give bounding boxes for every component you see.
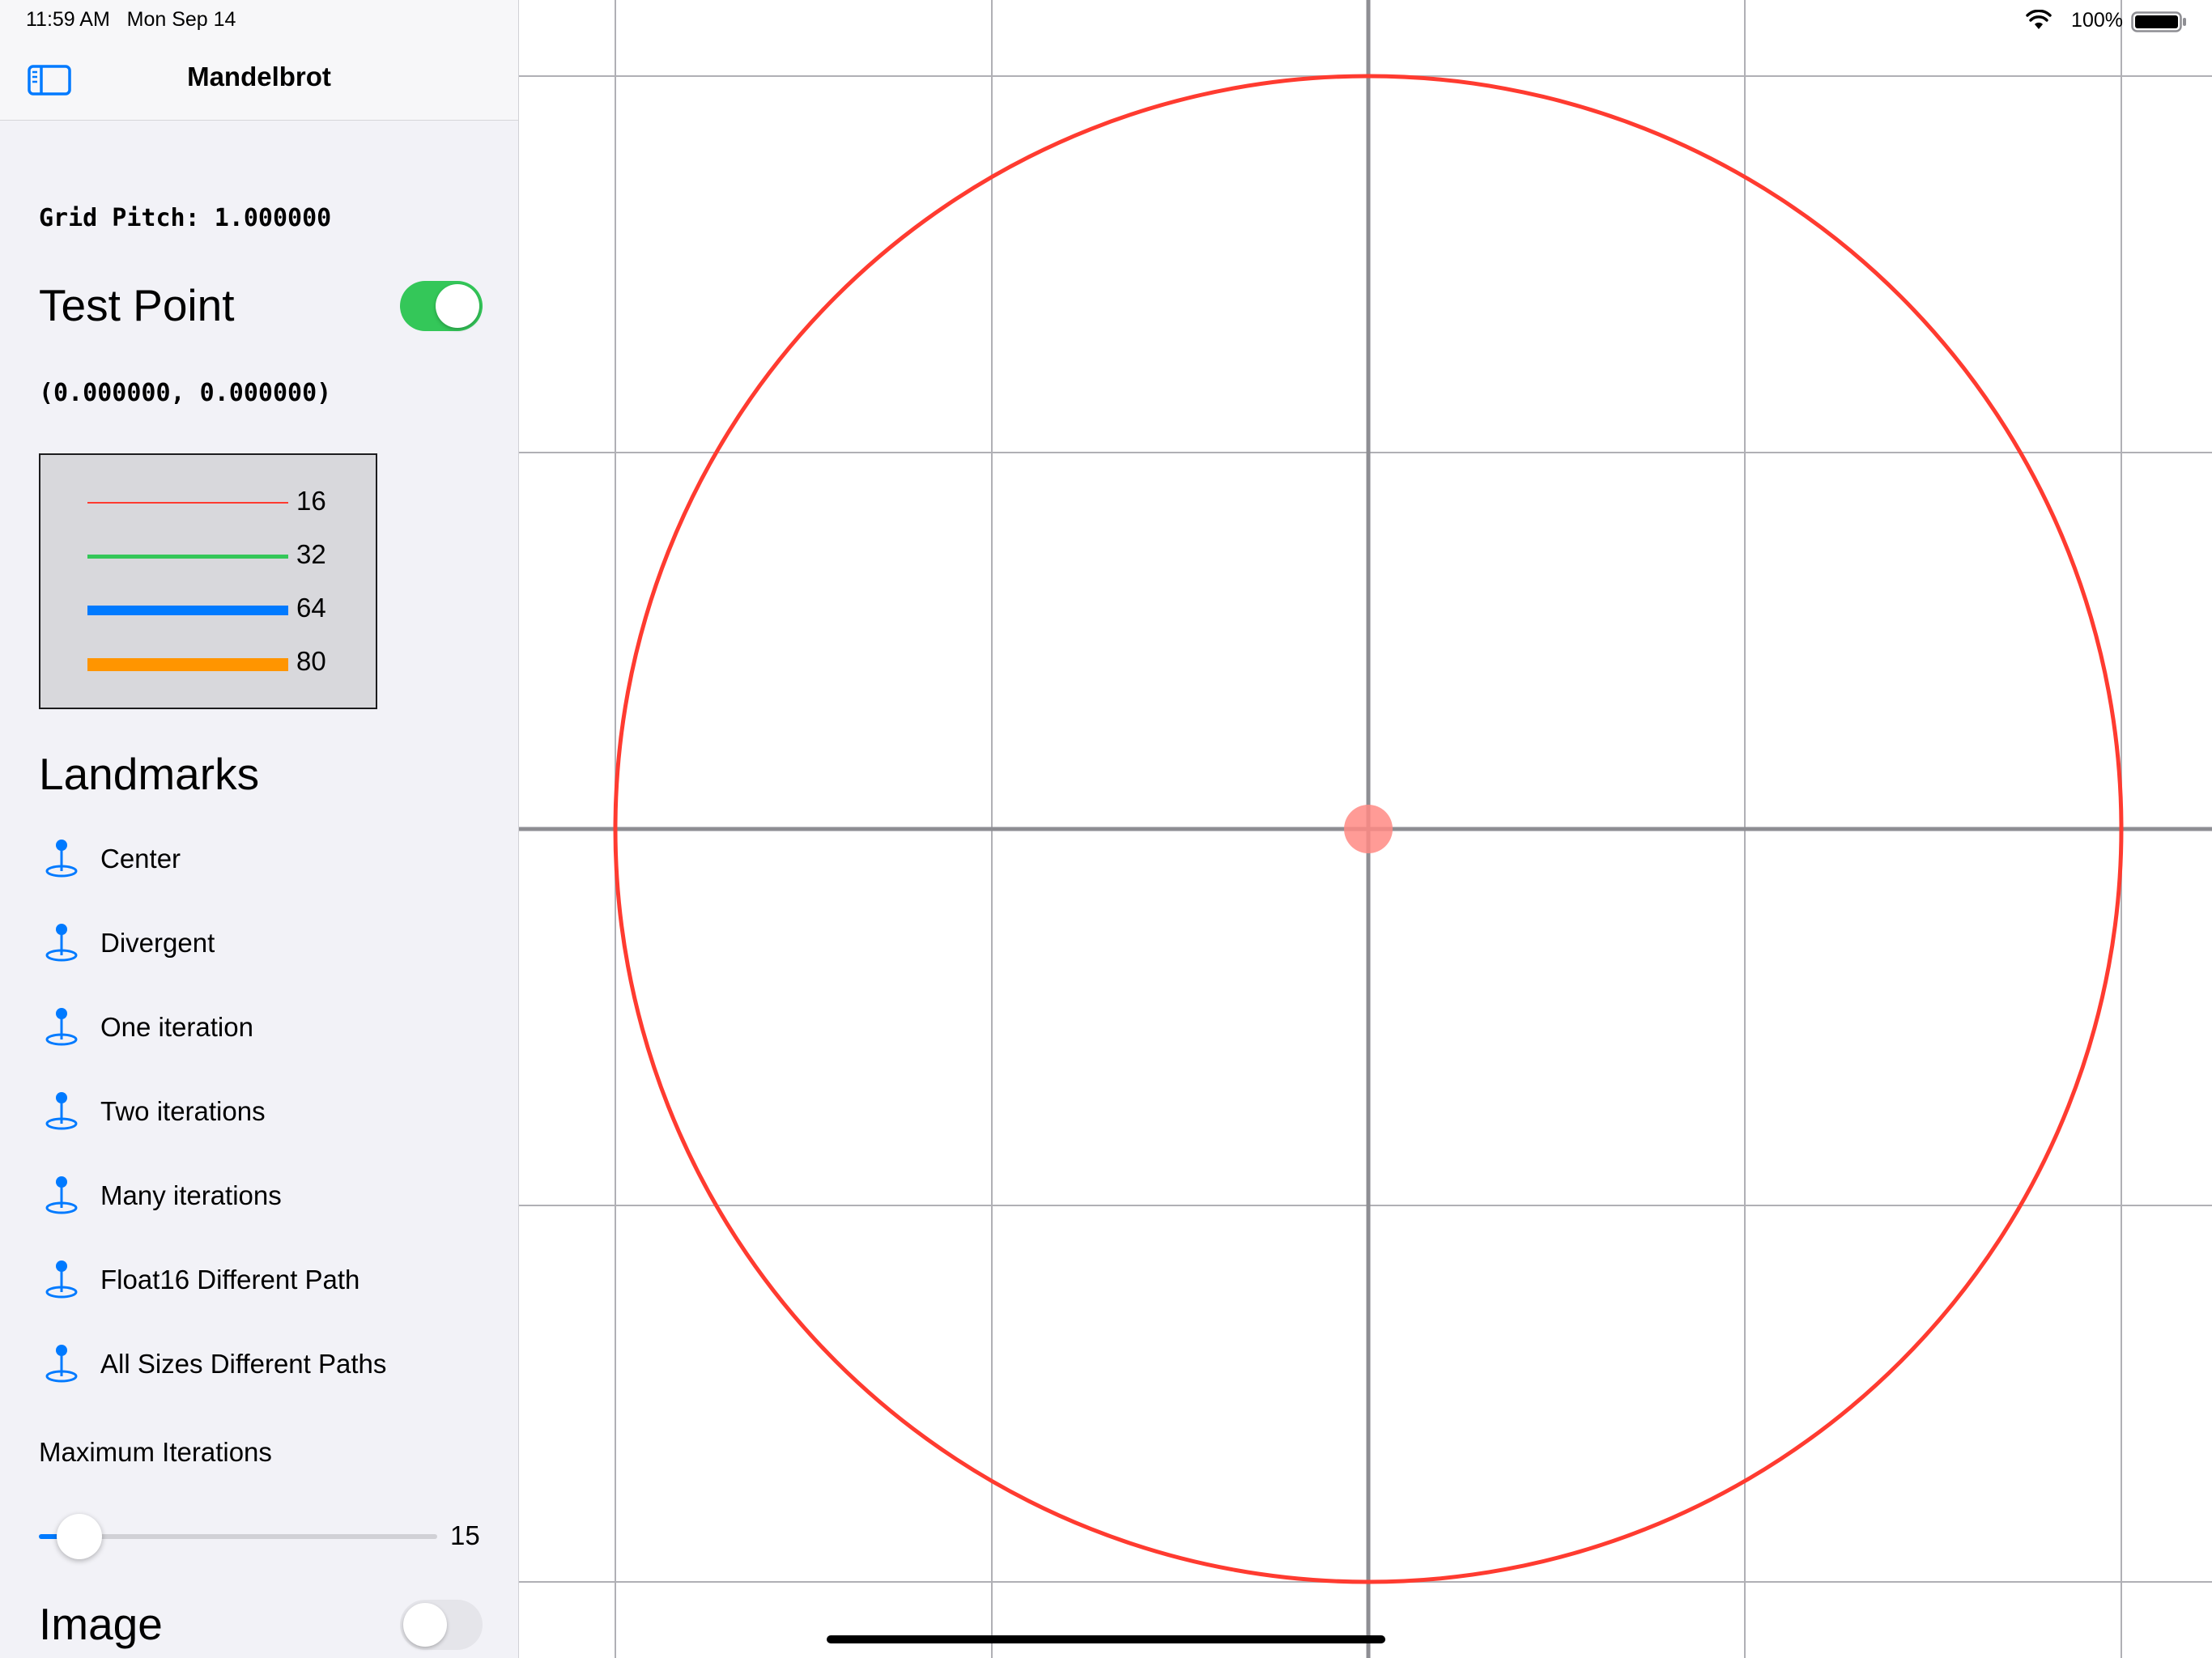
max-iterations-label: Maximum Iterations	[39, 1437, 272, 1467]
legend-value: 80	[296, 646, 326, 676]
legend-value: 32	[296, 539, 326, 569]
landmark-item[interactable]: One iteration	[39, 1002, 492, 1054]
status-date-text: Mon Sep 14	[126, 8, 236, 31]
mandelbrot-canvas[interactable]: 100%	[519, 0, 2212, 1658]
landmark-item[interactable]: Center	[39, 834, 492, 886]
legend-swatch-80	[87, 658, 288, 671]
landmark-item[interactable]: Two iterations	[39, 1086, 492, 1138]
legend-row-80: 80	[40, 646, 379, 678]
map-pin-icon	[45, 1008, 78, 1046]
wifi-icon	[2026, 10, 2052, 29]
test-point-marker	[1344, 805, 1393, 853]
landmark-item[interactable]: Divergent	[39, 918, 492, 970]
map-pin-icon	[45, 1176, 78, 1214]
image-toggle[interactable]	[400, 1600, 483, 1650]
landmark-item[interactable]: All Sizes Different Paths	[39, 1339, 492, 1391]
page-title: Mandelbrot	[187, 62, 331, 91]
battery-icon	[2131, 11, 2186, 32]
map-pin-icon	[45, 1345, 78, 1383]
landmark-item[interactable]: Float16 Different Path	[39, 1255, 492, 1307]
toggle-knob	[436, 284, 479, 328]
landmark-item[interactable]: Many iterations	[39, 1171, 492, 1222]
max-iterations-value: 15	[450, 1520, 480, 1550]
landmark-label: Many iterations	[100, 1180, 282, 1210]
toggle-knob	[403, 1603, 447, 1647]
landmark-label: Two iterations	[100, 1096, 266, 1126]
test-point-label: Test Point	[39, 280, 235, 330]
landmarks-heading: Landmarks	[39, 749, 260, 799]
map-pin-icon	[45, 1261, 78, 1299]
legend-value: 16	[296, 486, 326, 516]
map-pin-icon	[45, 924, 78, 962]
landmark-label: All Sizes Different Paths	[100, 1349, 387, 1379]
iteration-legend: 16 32 64 80	[39, 453, 377, 709]
image-label: Image	[39, 1599, 163, 1649]
legend-swatch-16	[87, 502, 288, 504]
test-point-coordinates: (0.000000, 0.000000)	[39, 379, 332, 407]
landmark-label: Center	[100, 844, 181, 874]
landmark-label: Divergent	[100, 928, 215, 958]
legend-row-32: 32	[40, 539, 379, 572]
plot-surface[interactable]	[519, 0, 2212, 1658]
legend-swatch-32	[87, 555, 288, 559]
status-time-text: 11:59 AM	[26, 8, 110, 31]
legend-row-64: 64	[40, 593, 379, 625]
home-indicator[interactable]	[827, 1635, 1385, 1643]
navigation-bar: 11:59 AM Mon Sep 14 Mandelbrot	[0, 0, 518, 121]
max-iterations-slider[interactable]	[39, 1514, 437, 1559]
legend-value: 64	[296, 593, 326, 623]
map-pin-icon	[45, 840, 78, 878]
landmark-label: One iteration	[100, 1012, 253, 1042]
legend-swatch-64	[87, 606, 288, 615]
grid-pitch-readout: Grid Pitch: 1.000000	[39, 204, 332, 232]
legend-row-16: 16	[40, 486, 379, 518]
sidebar: 11:59 AM Mon Sep 14 Mandelbrot Grid Pitc…	[0, 0, 519, 1658]
test-point-toggle[interactable]	[400, 281, 483, 331]
slider-thumb[interactable]	[56, 1514, 102, 1559]
map-pin-icon	[45, 1092, 78, 1130]
app-window: 11:59 AM Mon Sep 14 Mandelbrot Grid Pitc…	[0, 0, 2212, 1658]
battery-percentage: 100%	[2071, 9, 2123, 32]
landmark-label: Float16 Different Path	[100, 1265, 360, 1295]
status-time: 11:59 AM Mon Sep 14	[26, 8, 236, 32]
